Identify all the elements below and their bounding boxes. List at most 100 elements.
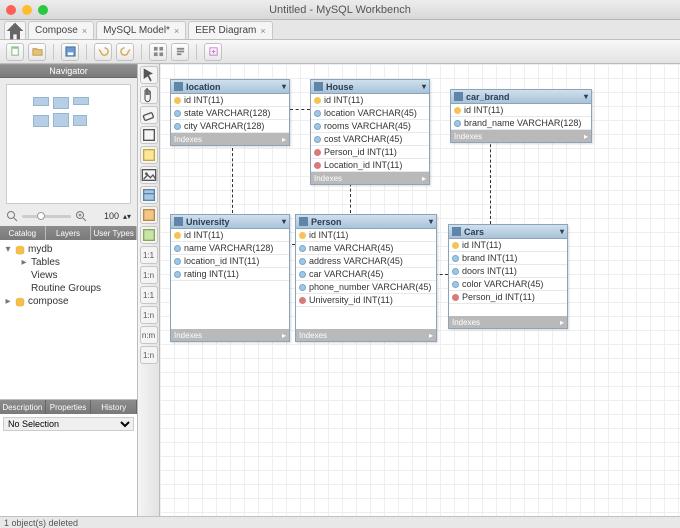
column-row[interactable]: id INT(11): [451, 104, 591, 117]
column-row[interactable]: id INT(11): [311, 94, 429, 107]
column-row[interactable]: city VARCHAR(128): [171, 120, 289, 133]
tree-routines[interactable]: Routine Groups: [4, 282, 133, 295]
collapse-icon[interactable]: ▾: [560, 227, 564, 236]
tab-label: EER Diagram: [195, 25, 256, 36]
rel-1-1-id[interactable]: 1:1: [140, 286, 158, 304]
layer-tool[interactable]: [140, 126, 158, 144]
description-tab[interactable]: Description: [0, 400, 46, 414]
close-icon[interactable]: ×: [82, 26, 87, 36]
user-types-tab[interactable]: User Types: [91, 226, 137, 240]
open-file-button[interactable]: [28, 43, 46, 61]
view-tool[interactable]: [140, 206, 158, 224]
note-tool[interactable]: [140, 146, 158, 164]
collapse-icon[interactable]: ▾: [282, 82, 286, 91]
rel-1-n-id[interactable]: 1:n: [140, 306, 158, 324]
selection-dropdown[interactable]: No Selection: [3, 417, 134, 431]
collapse-icon[interactable]: ▾: [282, 217, 286, 226]
align-button[interactable]: [171, 43, 189, 61]
entity-university[interactable]: University▾ id INT(11) name VARCHAR(128)…: [170, 214, 290, 342]
indexes-label: Indexes: [299, 331, 327, 340]
eer-canvas[interactable]: location▾ id INT(11) state VARCHAR(128) …: [160, 64, 680, 516]
entity-title: location: [186, 82, 221, 92]
routine-group-tool[interactable]: [140, 226, 158, 244]
zoom-stepper[interactable]: ▴▾: [123, 212, 131, 221]
collapse-icon[interactable]: ▾: [584, 92, 588, 101]
tree-tables[interactable]: ▸Tables: [4, 256, 133, 269]
rel-n-m[interactable]: n:m: [140, 326, 158, 344]
column-row[interactable]: Location_id INT(11): [311, 159, 429, 172]
tree-db-root[interactable]: ▾mydb: [4, 243, 133, 256]
column-row[interactable]: brand_name VARCHAR(128): [451, 117, 591, 130]
catalog-tab[interactable]: Catalog: [0, 226, 46, 240]
column-row[interactable]: name VARCHAR(128): [171, 242, 289, 255]
column-row[interactable]: rating INT(11): [171, 268, 289, 281]
tree-views[interactable]: Views: [4, 269, 133, 282]
column-row[interactable]: id INT(11): [171, 94, 289, 107]
column-row[interactable]: rooms VARCHAR(45): [311, 120, 429, 133]
minimap[interactable]: [6, 84, 131, 204]
eraser-tool[interactable]: [140, 106, 158, 124]
close-icon[interactable]: ×: [260, 26, 265, 36]
column-label: doors INT(11): [462, 266, 517, 276]
collapse-icon[interactable]: ▾: [422, 82, 426, 91]
column-row[interactable]: car VARCHAR(45): [296, 268, 436, 281]
rel-1-n-nonid[interactable]: 1:n: [140, 266, 158, 284]
column-row[interactable]: color VARCHAR(45): [449, 278, 567, 291]
properties-tab[interactable]: Properties: [46, 400, 92, 414]
column-row[interactable]: doors INT(11): [449, 265, 567, 278]
column-row[interactable]: state VARCHAR(128): [171, 107, 289, 120]
zoom-icon: [75, 210, 87, 222]
entity-title: House: [326, 82, 354, 92]
description-panel: No Selection: [0, 414, 137, 516]
entity-cars[interactable]: Cars▾ id INT(11) brand INT(11) doors INT…: [448, 224, 568, 329]
rel-1-1-nonid[interactable]: 1:1: [140, 246, 158, 264]
save-button[interactable]: [61, 43, 79, 61]
column-label: name VARCHAR(128): [184, 243, 273, 253]
layers-tab[interactable]: Layers: [46, 226, 92, 240]
collapse-icon[interactable]: ▾: [429, 217, 433, 226]
column-row[interactable]: id INT(11): [449, 239, 567, 252]
tree-label: compose: [28, 296, 69, 307]
column-label: phone_number VARCHAR(45): [309, 282, 431, 292]
tree-label: Views: [31, 270, 58, 281]
column-row[interactable]: location_id INT(11): [171, 255, 289, 268]
pointer-tool[interactable]: [140, 66, 158, 84]
column-row[interactable]: cost VARCHAR(45): [311, 133, 429, 146]
column-row[interactable]: location VARCHAR(45): [311, 107, 429, 120]
document-tabs: Compose× MySQL Model*× EER Diagram ×: [0, 20, 680, 40]
entity-car-brand[interactable]: car_brand▾ id INT(11) brand_name VARCHAR…: [450, 89, 592, 143]
column-row[interactable]: University_id INT(11): [296, 294, 436, 307]
tab-mysql-model[interactable]: MySQL Model*×: [96, 21, 186, 39]
history-tab[interactable]: History: [91, 400, 137, 414]
new-file-button[interactable]: [6, 43, 24, 61]
entity-location[interactable]: location▾ id INT(11) state VARCHAR(128) …: [170, 79, 290, 146]
tab-compose[interactable]: Compose×: [28, 21, 94, 39]
column-row[interactable]: Person_id INT(11): [311, 146, 429, 159]
column-row[interactable]: id INT(11): [171, 229, 289, 242]
export-button[interactable]: [204, 43, 222, 61]
column-row[interactable]: id INT(11): [296, 229, 436, 242]
rel-1-n-pick[interactable]: 1:n: [140, 346, 158, 364]
tab-eer-diagram[interactable]: EER Diagram ×: [188, 21, 272, 39]
column-row[interactable]: address VARCHAR(45): [296, 255, 436, 268]
entity-house[interactable]: House ▾ id INT(11) location VARCHAR(45) r…: [310, 79, 430, 185]
image-tool[interactable]: [140, 166, 158, 184]
column-row[interactable]: phone_number VARCHAR(45): [296, 281, 436, 294]
close-icon[interactable]: ×: [174, 26, 179, 36]
undo-button[interactable]: [94, 43, 112, 61]
grid-toggle-button[interactable]: [149, 43, 167, 61]
column-label: location_id INT(11): [184, 256, 259, 266]
tree-compose-root[interactable]: ▸compose: [4, 295, 133, 308]
column-row[interactable]: brand INT(11): [449, 252, 567, 265]
table-tool[interactable]: [140, 186, 158, 204]
entity-person[interactable]: Person▾ id INT(11) name VARCHAR(45) addr…: [295, 214, 437, 342]
home-icon: [5, 21, 25, 41]
status-bar: 1 object(s) deleted: [0, 516, 680, 528]
redo-button[interactable]: [116, 43, 134, 61]
home-tab[interactable]: [4, 21, 26, 39]
hand-tool[interactable]: [140, 86, 158, 104]
catalog-tree[interactable]: ▾mydb ▸Tables Views Routine Groups ▸comp…: [0, 240, 137, 400]
column-row[interactable]: Person_id INT(11): [449, 291, 567, 304]
zoom-slider[interactable]: [22, 215, 71, 218]
column-row[interactable]: name VARCHAR(45): [296, 242, 436, 255]
